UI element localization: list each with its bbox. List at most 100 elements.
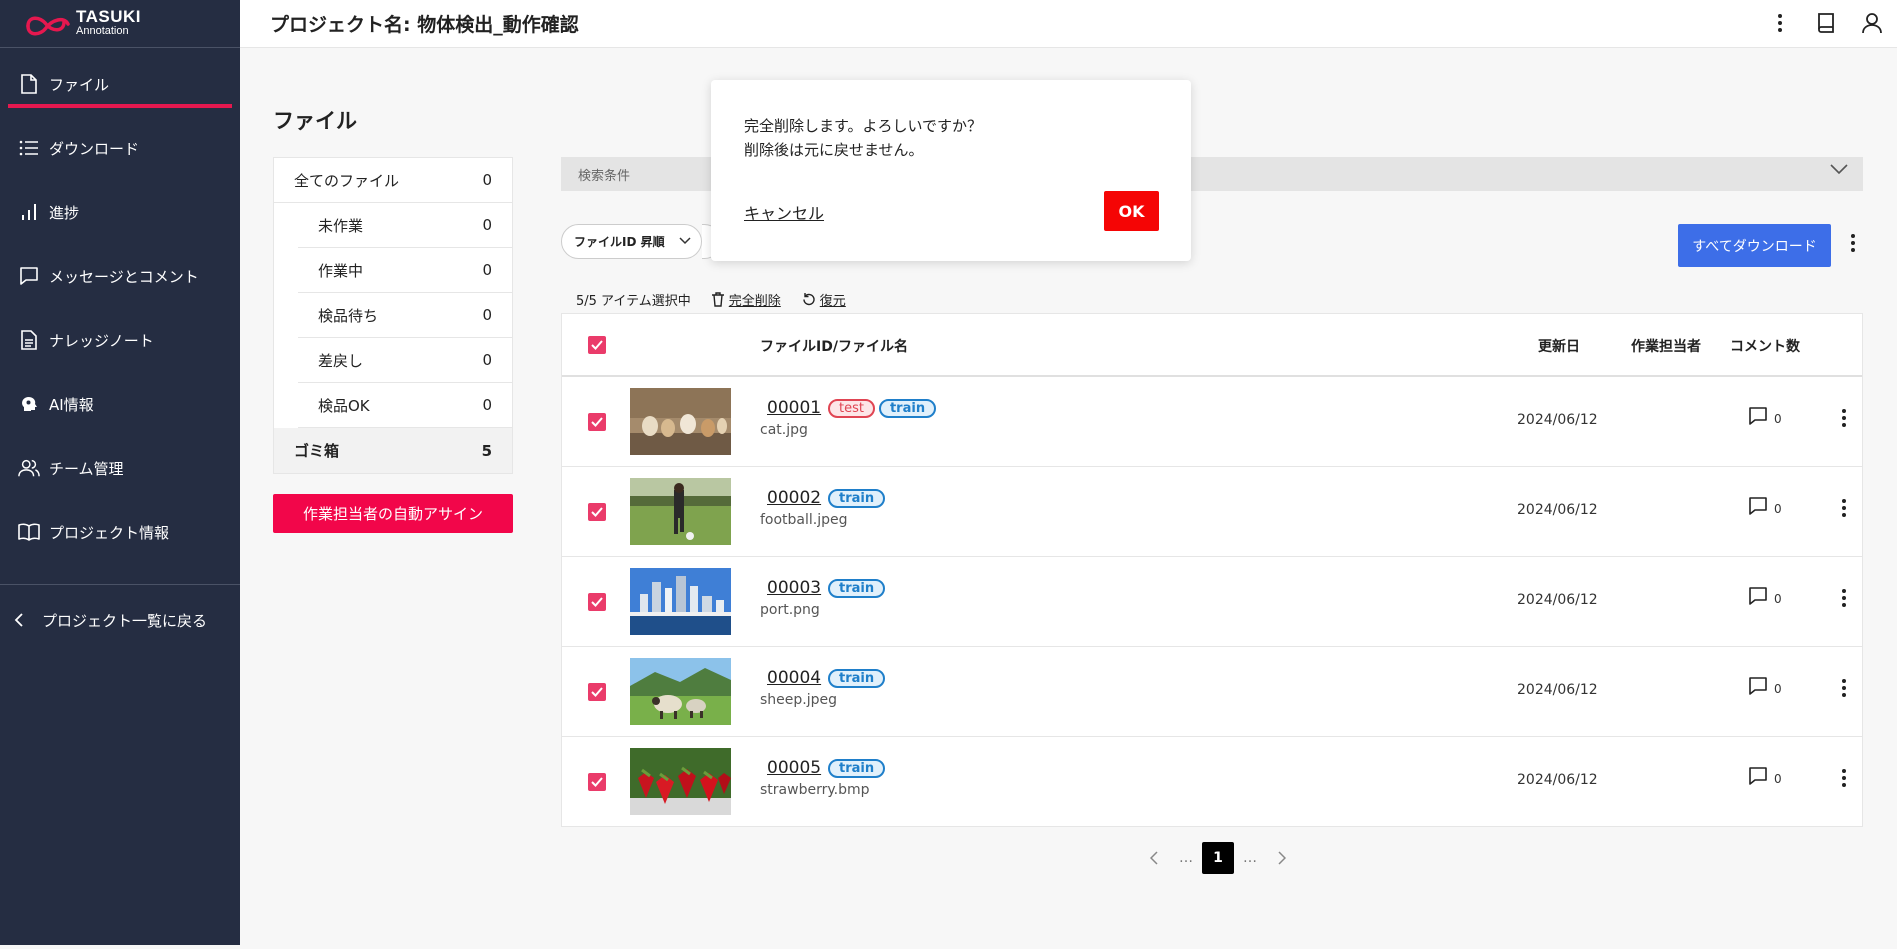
thumbnail-cats[interactable] <box>630 388 731 455</box>
row-checkbox[interactable] <box>588 773 606 791</box>
file-id-link[interactable]: 00004 <box>767 668 821 688</box>
comment-count[interactable]: 0 <box>1748 496 1782 516</box>
more-vertical-icon[interactable] <box>1834 678 1854 704</box>
sidebar-item-files[interactable]: ファイル <box>0 52 240 116</box>
sidebar-item-ai-info[interactable]: AI情報 <box>0 372 240 436</box>
filter-awaiting-inspection[interactable]: 検品待ち 0 <box>298 293 512 338</box>
filter-count: 5 <box>481 441 492 460</box>
thumbnail-football[interactable] <box>630 478 731 545</box>
sidebar-item-label: メッセージとコメント <box>49 267 199 286</box>
col-comments[interactable]: コメント数 <box>1730 336 1800 356</box>
sidebar-item-team[interactable]: チーム管理 <box>0 436 240 500</box>
sidebar-item-label: プロジェクト情報 <box>49 523 170 542</box>
list-icon <box>18 137 40 159</box>
sidebar-item-project-info[interactable]: プロジェクト情報 <box>0 500 240 564</box>
pagination-ellipsis: … <box>1179 850 1193 866</box>
comment-count[interactable]: 0 <box>1748 586 1782 606</box>
manual-book-icon[interactable] <box>1811 8 1841 38</box>
comment-icon <box>1749 677 1767 695</box>
page-number-current[interactable]: 1 <box>1202 842 1234 874</box>
comment-count-value: 0 <box>1774 502 1782 516</box>
more-vertical-icon[interactable] <box>1834 408 1854 434</box>
restore-button[interactable]: 復元 <box>801 290 846 309</box>
status-filter-list: 全てのファイル 0 未作業 0 作業中 0 検品待ち 0 差戻し 0 検品OK … <box>273 157 513 474</box>
table-row[interactable]: 00003 train port.png 2024/06/12 0 <box>562 557 1862 647</box>
thumbnail-strawberry[interactable] <box>630 748 731 815</box>
filter-count: 0 <box>482 351 492 369</box>
thumbnail-sheep[interactable] <box>630 658 731 725</box>
tag-train: train <box>828 489 886 508</box>
updated-date: 2024/06/12 <box>1517 502 1598 518</box>
tasuki-logo-icon <box>22 8 74 40</box>
table-row[interactable]: 00001 test train cat.jpg 2024/06/12 0 <box>562 377 1862 467</box>
updated-date: 2024/06/12 <box>1517 772 1598 788</box>
chevron-down-icon <box>679 234 691 248</box>
row-checkbox[interactable] <box>588 503 606 521</box>
filter-all-files[interactable]: 全てのファイル 0 <box>274 158 512 203</box>
col-file[interactable]: ファイルID/ファイル名 <box>760 336 908 356</box>
comment-icon <box>1749 407 1767 425</box>
thumbnail-port[interactable] <box>630 568 731 635</box>
table-row[interactable]: 00004 train sheep.jpeg 2024/06/12 0 <box>562 647 1862 737</box>
file-icon <box>18 73 40 95</box>
comment-count[interactable]: 0 <box>1748 676 1782 696</box>
table-row[interactable]: 00002 train football.jpeg 2024/06/12 0 <box>562 467 1862 557</box>
filter-label: 検品待ち <box>318 306 379 325</box>
col-updated[interactable]: 更新日 <box>1538 336 1580 356</box>
filter-label: ゴミ箱 <box>294 442 340 460</box>
file-id-link[interactable]: 00003 <box>767 578 821 598</box>
sidebar-item-messages[interactable]: メッセージとコメント <box>0 244 240 308</box>
selection-count: 5/5 アイテム選択中 <box>576 294 691 309</box>
more-vertical-icon[interactable] <box>1834 588 1854 614</box>
comment-count[interactable]: 0 <box>1748 766 1782 786</box>
ok-button[interactable]: OK <box>1104 191 1159 231</box>
sort-label: ファイルID 昇順 <box>574 235 665 249</box>
file-id-link[interactable]: 00005 <box>767 758 821 778</box>
updated-date: 2024/06/12 <box>1517 412 1598 428</box>
filter-count: 0 <box>482 171 492 189</box>
sidebar: TASUKI Annotation ファイル ダウンロード 進捗 メッセージとコ… <box>0 0 240 945</box>
filter-in-progress[interactable]: 作業中 0 <box>298 248 512 293</box>
filter-inspection-ok[interactable]: 検品OK 0 <box>298 383 512 428</box>
comment-count[interactable]: 0 <box>1748 406 1782 426</box>
download-all-button[interactable]: すべてダウンロード <box>1678 224 1831 267</box>
confirm-delete-dialog: 完全削除します。よろしいですか？ 削除後は元に戻せません。 キャンセル OK <box>711 80 1191 261</box>
row-checkbox[interactable] <box>588 593 606 611</box>
tag-train: train <box>828 669 886 688</box>
users-icon <box>18 457 40 479</box>
comment-icon <box>1749 497 1767 515</box>
filter-returned[interactable]: 差戻し 0 <box>298 338 512 383</box>
sidebar-item-label: 進捗 <box>49 203 80 222</box>
more-vertical-icon[interactable] <box>1843 233 1863 259</box>
comment-icon <box>1749 767 1767 785</box>
more-vertical-icon[interactable] <box>1765 8 1795 38</box>
back-to-projects-link[interactable]: プロジェクト一覧に戻る <box>0 585 240 655</box>
app-logo[interactable]: TASUKI Annotation <box>0 0 240 48</box>
filter-trash[interactable]: ゴミ箱 5 <box>274 428 512 473</box>
delete-label: 完全削除 <box>728 294 781 309</box>
file-id-link[interactable]: 00001 <box>767 398 821 418</box>
sidebar-item-progress[interactable]: 進捗 <box>0 180 240 244</box>
user-account-icon[interactable] <box>1857 8 1887 38</box>
select-all-checkbox[interactable] <box>588 336 606 354</box>
cancel-button[interactable]: キャンセル <box>744 200 824 224</box>
more-vertical-icon[interactable] <box>1834 498 1854 524</box>
file-id-link[interactable]: 00002 <box>767 488 821 508</box>
dialog-message-line1: 完全削除します。よろしいですか？ <box>744 117 983 135</box>
filter-not-started[interactable]: 未作業 0 <box>298 203 512 248</box>
col-assignee[interactable]: 作業担当者 <box>1631 336 1701 356</box>
more-vertical-icon[interactable] <box>1834 768 1854 794</box>
bar-chart-icon <box>18 201 40 223</box>
row-checkbox[interactable] <box>588 413 606 431</box>
sidebar-item-knowledge[interactable]: ナレッジノート <box>0 308 240 372</box>
sidebar-item-download[interactable]: ダウンロード <box>0 116 240 180</box>
tag-test: test <box>828 399 875 418</box>
table-row[interactable]: 00005 train strawberry.bmp 2024/06/12 0 <box>562 737 1862 827</box>
sort-select[interactable]: ファイルID 昇順 <box>561 224 702 259</box>
auto-assign-button[interactable]: 作業担当者の自動アサイン <box>273 494 513 533</box>
filter-label: 未作業 <box>318 216 364 235</box>
row-checkbox[interactable] <box>588 683 606 701</box>
permanent-delete-button[interactable]: 完全削除 <box>711 290 781 309</box>
chevron-left-icon[interactable] <box>1138 842 1170 874</box>
chevron-right-icon[interactable] <box>1266 842 1298 874</box>
